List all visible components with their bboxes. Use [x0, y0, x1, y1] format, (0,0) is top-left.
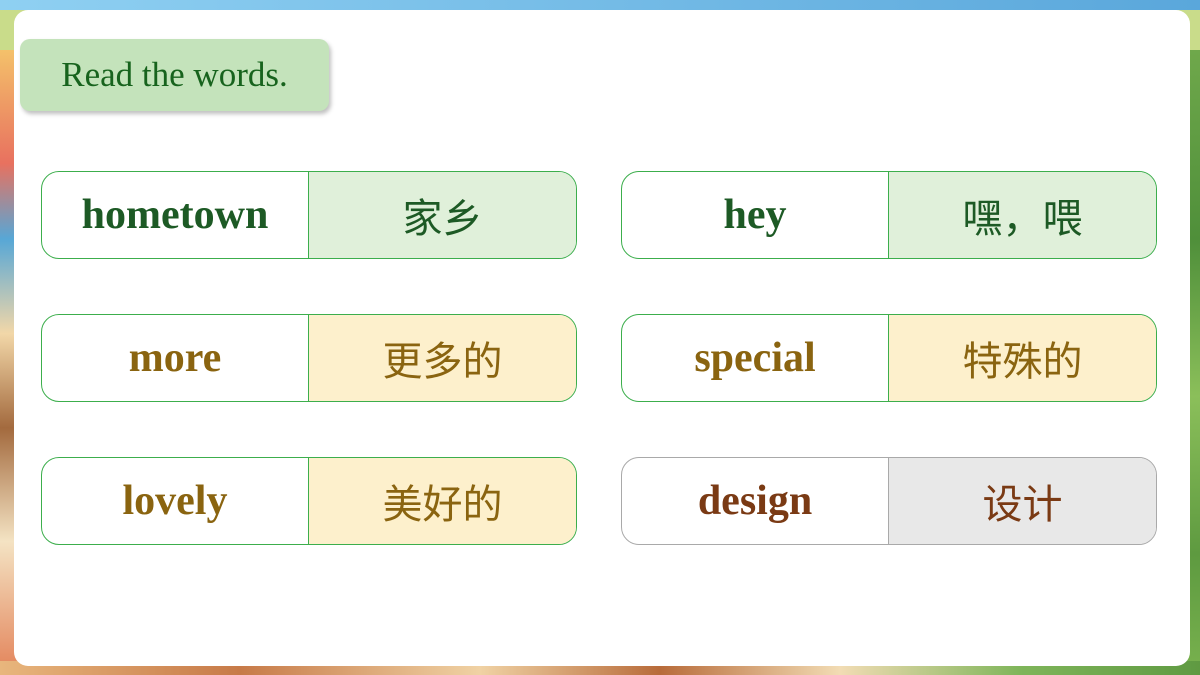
top-sky-strip: [0, 0, 1200, 10]
word-card-lovely[interactable]: lovely 美好的: [41, 457, 577, 545]
word-card-hey[interactable]: hey 嘿，喂: [621, 171, 1157, 259]
word-english: hey: [622, 172, 889, 258]
word-meaning: 家乡: [309, 172, 576, 258]
word-english: design: [622, 458, 889, 544]
word-meaning: 更多的: [309, 315, 576, 401]
word-card-hometown[interactable]: hometown 家乡: [41, 171, 577, 259]
word-meaning: 特殊的: [889, 315, 1156, 401]
word-meaning: 嘿，喂: [889, 172, 1156, 258]
word-card-more[interactable]: more 更多的: [41, 314, 577, 402]
word-card-design[interactable]: design 设计: [621, 457, 1157, 545]
word-card-special[interactable]: special 特殊的: [621, 314, 1157, 402]
word-english: more: [42, 315, 309, 401]
word-english: hometown: [42, 172, 309, 258]
word-english: special: [622, 315, 889, 401]
word-meaning: 美好的: [309, 458, 576, 544]
instruction-banner: Read the words.: [20, 39, 329, 111]
word-meaning: 设计: [889, 458, 1156, 544]
word-english: lovely: [42, 458, 309, 544]
